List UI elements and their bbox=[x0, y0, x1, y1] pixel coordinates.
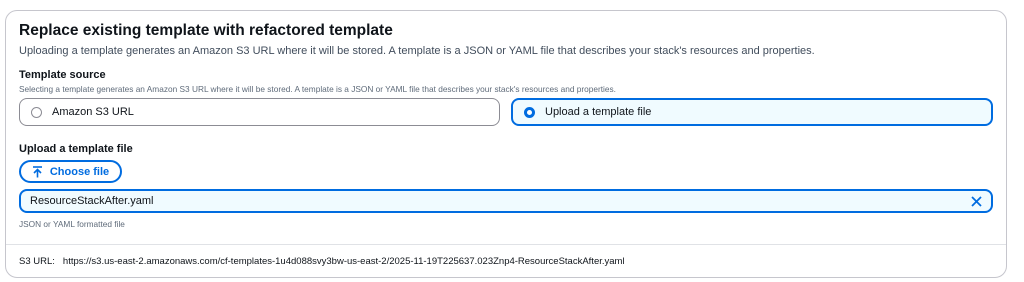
s3-url-value: https://s3.us-east-2.amazonaws.com/cf-te… bbox=[62, 256, 625, 267]
file-format-hint: JSON or YAML formatted file bbox=[19, 219, 125, 229]
divider bbox=[6, 244, 1006, 245]
upload-icon bbox=[32, 165, 42, 177]
selected-file-name: ResourceStackAfter.yaml bbox=[30, 195, 154, 207]
choose-file-label: Choose file bbox=[49, 165, 110, 178]
clear-icon[interactable] bbox=[971, 195, 982, 207]
option-amazon-s3-url[interactable]: Amazon S3 URL bbox=[19, 98, 500, 126]
s3-url-label: S3 URL: bbox=[19, 256, 55, 267]
option-label: Upload a template file bbox=[545, 106, 652, 118]
option-label: Amazon S3 URL bbox=[52, 106, 134, 118]
upload-file-label: Upload a template file bbox=[19, 143, 133, 155]
template-source-hint: Selecting a template generates an Amazon… bbox=[19, 84, 616, 94]
section-title: Replace existing template with refactore… bbox=[19, 22, 393, 39]
radio-selected-icon[interactable] bbox=[524, 106, 535, 118]
selected-file-field[interactable]: ResourceStackAfter.yaml bbox=[19, 189, 993, 213]
replace-template-panel: Replace existing template with refactore… bbox=[5, 10, 1007, 278]
template-source-label: Template source bbox=[19, 69, 106, 81]
choose-file-button[interactable]: Choose file bbox=[19, 160, 122, 183]
radio-unselected-icon[interactable] bbox=[31, 106, 42, 118]
s3-url-row: S3 URL: https://s3.us-east-2.amazonaws.co… bbox=[19, 256, 625, 267]
option-upload-template-file[interactable]: Upload a template file bbox=[511, 98, 993, 126]
section-description: Uploading a template generates an Amazon… bbox=[19, 45, 815, 57]
